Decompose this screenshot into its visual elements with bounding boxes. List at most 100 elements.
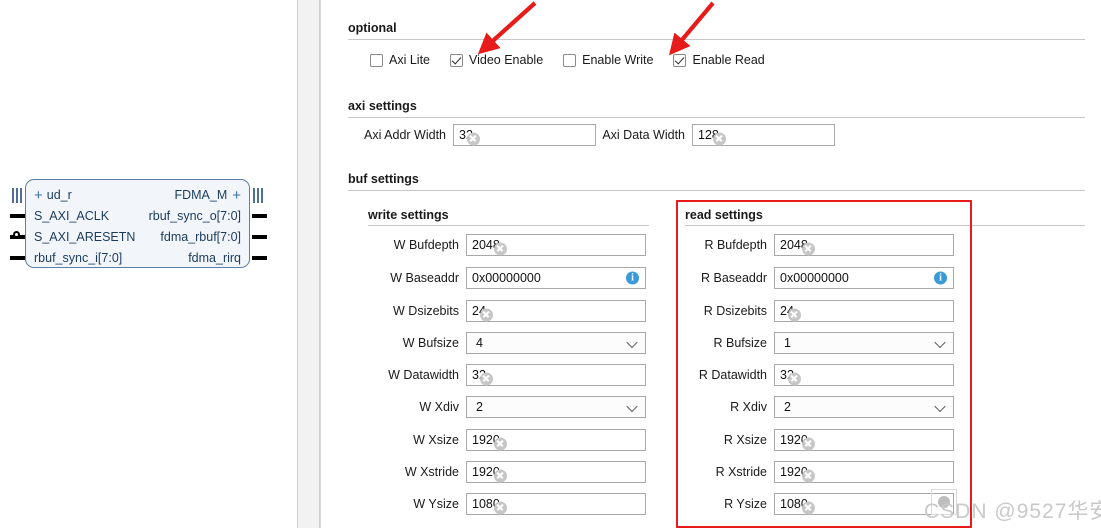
ip-pin-label-left: S_AXI_ACLK <box>34 209 110 223</box>
pin-wire-rbuf-sync-i[interactable] <box>10 256 25 260</box>
checkbox-box-axi-lite[interactable] <box>370 53 383 67</box>
clear-icon[interactable] <box>801 469 815 482</box>
checkbox-enable-write[interactable]: Enable Write <box>563 53 653 67</box>
expand-plus-icon-right[interactable]: + <box>232 185 241 207</box>
field-select-r-bufsize[interactable]: 1 <box>774 332 954 354</box>
clear-icon[interactable] <box>479 372 493 385</box>
field-w-ysize: W Ysize 1080 <box>382 493 646 515</box>
field-input-r-baseaddr[interactable]: 0x00000000 i <box>774 267 954 289</box>
panel-splitter[interactable] <box>297 0 320 528</box>
field-label-w-xdiv: W Xdiv <box>419 400 459 414</box>
clear-icon[interactable] <box>801 501 815 514</box>
chevron-down-icon[interactable] <box>936 402 947 413</box>
field-label-w-baseaddr: W Baseaddr <box>390 271 459 285</box>
clear-icon[interactable] <box>801 242 815 255</box>
field-r-xstride: R Xstride 1920 <box>690 461 954 483</box>
bus-pin-fdma-m[interactable] <box>253 188 264 203</box>
clear-icon[interactable] <box>466 132 480 145</box>
field-r-datawidth: R Datawidth 32 <box>690 364 954 386</box>
info-icon[interactable]: i <box>626 271 639 285</box>
field-value-r-bufsize: 1 <box>784 336 791 350</box>
pin-inverter-bubble <box>13 231 20 238</box>
bus-pin-ud_r[interactable] <box>12 188 23 203</box>
ip-pin-label-left: S_AXI_ARESETN <box>34 230 136 244</box>
annotation-arrow-video-enable <box>477 1 537 55</box>
section-rule-axi-settings <box>348 117 1085 118</box>
section-rule-buf-settings <box>348 190 1085 191</box>
pin-wire-fdma-rirq[interactable] <box>252 256 267 260</box>
field-input-r-datawidth[interactable]: 32 <box>774 364 954 386</box>
field-input-axi-addr-width[interactable]: 32 <box>453 124 596 146</box>
ip-pin-label-right: rbuf_sync_o[7:0] <box>148 209 241 223</box>
ip-block-diagram-canvas[interactable]: + ud_r FDMA_M + S_AXI_ACLK rbuf_sync_o[7:0… <box>0 0 297 528</box>
chevron-down-icon[interactable] <box>628 402 639 413</box>
field-w-baseaddr: W Baseaddr 0x00000000 i <box>382 267 646 289</box>
clear-icon[interactable] <box>801 437 815 450</box>
field-input-w-datawidth[interactable]: 32 <box>466 364 646 386</box>
field-label-w-datawidth: W Datawidth <box>388 368 459 382</box>
field-r-bufsize: R Bufsize 1 <box>690 332 954 354</box>
field-label-r-dsizebits: R Dsizebits <box>703 304 767 318</box>
checkbox-label-axi-lite: Axi Lite <box>389 53 430 67</box>
field-label-w-xstride: W Xstride <box>404 465 459 479</box>
info-icon[interactable]: i <box>934 271 947 285</box>
field-r-xsize: R Xsize 1920 <box>690 429 954 451</box>
field-label-r-xsize: R Xsize <box>723 433 767 447</box>
field-w-xdiv: W Xdiv 2 <box>382 396 646 418</box>
field-label-r-datawidth: R Datawidth <box>698 368 767 382</box>
field-input-w-xstride[interactable]: 1920 <box>466 461 646 483</box>
field-select-w-bufsize[interactable]: 4 <box>466 332 646 354</box>
clear-icon[interactable] <box>787 372 801 385</box>
section-title-axi-settings: axi settings <box>348 99 417 113</box>
clear-icon[interactable] <box>493 501 507 514</box>
chevron-down-icon[interactable] <box>936 338 947 349</box>
field-label-w-bufsize: W Bufsize <box>402 336 459 350</box>
field-select-r-xdiv[interactable]: 2 <box>774 396 954 418</box>
ip-pin-label-right: fdma_rirq <box>188 251 241 265</box>
field-input-w-xsize[interactable]: 1920 <box>466 429 646 451</box>
checkbox-axi-lite[interactable]: Axi Lite <box>370 53 430 67</box>
clear-icon[interactable] <box>479 308 493 321</box>
watermark-text: CSDN @9527华安 <box>924 500 1101 523</box>
section-title-read-settings: read settings <box>685 208 763 222</box>
section-title-buf-settings: buf settings <box>348 172 419 186</box>
field-input-r-dsizebits[interactable]: 24 <box>774 300 954 322</box>
clear-icon[interactable] <box>493 469 507 482</box>
pin-wire-rbuf-sync-o[interactable] <box>252 214 267 218</box>
field-r-ysize: R Ysize 1080 <box>690 493 954 515</box>
field-label-axi-addr-width: Axi Addr Width <box>364 128 446 142</box>
field-input-w-ysize[interactable]: 1080 <box>466 493 646 515</box>
ip-pin-label-right: fdma_rbuf[7:0] <box>160 230 241 244</box>
clear-icon[interactable] <box>787 308 801 321</box>
field-input-r-xstride[interactable]: 1920 <box>774 461 954 483</box>
ip-interface-right[interactable]: FDMA_M + <box>174 184 241 207</box>
field-input-w-bufdepth[interactable]: 2048 <box>466 234 646 256</box>
pin-wire-s-axi-aclk[interactable] <box>10 214 25 218</box>
field-input-w-dsizebits[interactable]: 24 <box>466 300 646 322</box>
section-title-optional: optional <box>348 21 397 35</box>
annotation-arrow-enable-read <box>668 1 715 56</box>
field-input-r-bufdepth[interactable]: 2048 <box>774 234 954 256</box>
clear-icon[interactable] <box>493 437 507 450</box>
field-axi-addr-width: Axi Addr Width 32 <box>360 124 596 146</box>
checkbox-box-enable-write[interactable] <box>563 53 577 67</box>
clear-icon[interactable] <box>712 132 726 145</box>
expand-plus-icon-left[interactable]: + <box>34 185 43 207</box>
pin-wire-fdma-rbuf[interactable] <box>252 235 267 239</box>
field-value-w-xdiv: 2 <box>476 400 483 414</box>
ip-block-ud_r[interactable]: + ud_r FDMA_M + S_AXI_ACLK rbuf_sync_o[7:0… <box>25 179 250 268</box>
section-rule-write-settings <box>368 225 649 226</box>
field-label-w-bufdepth: W Bufdepth <box>393 238 459 252</box>
field-input-axi-data-width[interactable]: 128 <box>692 124 835 146</box>
ip-interface-left[interactable]: + ud_r <box>34 184 72 207</box>
field-w-datawidth: W Datawidth 32 <box>382 364 646 386</box>
field-label-r-bufsize: R Bufsize <box>713 336 768 350</box>
field-value-r-xdiv: 2 <box>784 400 791 414</box>
field-select-w-xdiv[interactable]: 2 <box>466 396 646 418</box>
chevron-down-icon[interactable] <box>628 338 639 349</box>
field-input-w-baseaddr[interactable]: 0x00000000 i <box>466 267 646 289</box>
field-label-r-baseaddr: R Baseaddr <box>700 271 767 285</box>
field-input-r-xsize[interactable]: 1920 <box>774 429 954 451</box>
clear-icon[interactable] <box>493 242 507 255</box>
field-label-w-xsize: W Xsize <box>413 433 459 447</box>
